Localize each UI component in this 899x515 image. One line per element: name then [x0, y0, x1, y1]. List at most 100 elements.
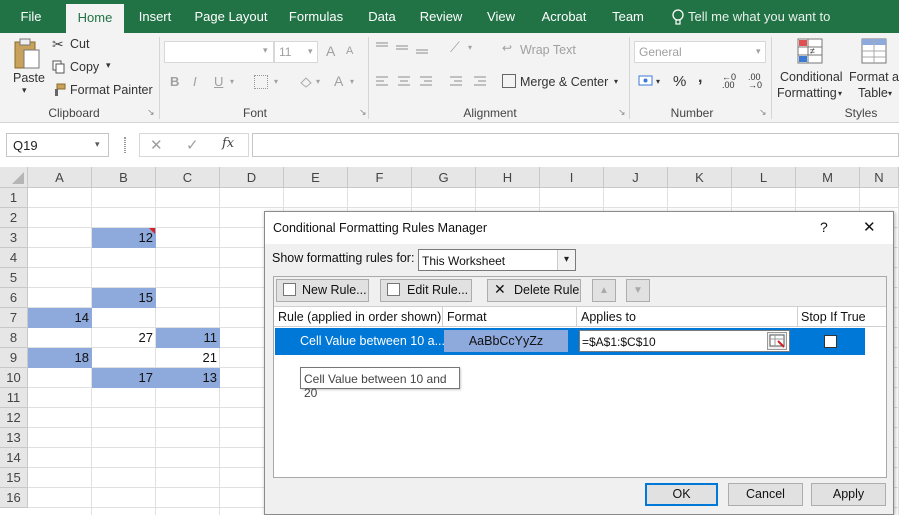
conditional-formatting-dropdown-icon[interactable]: ▾: [838, 89, 842, 98]
tell-me-search[interactable]: Tell me what you want to do...: [688, 0, 858, 57]
font-name-dropdown-icon[interactable]: ▾: [263, 45, 268, 56]
column-header-D[interactable]: D: [220, 167, 284, 188]
number-launcher-icon[interactable]: ↘: [759, 107, 767, 118]
row-header-12[interactable]: 12: [0, 408, 28, 428]
vertical-align-icons[interactable]: [374, 41, 434, 55]
name-box[interactable]: Q19 ▾: [6, 133, 109, 157]
borders-icon[interactable]: [254, 75, 268, 89]
column-header-I[interactable]: I: [540, 167, 604, 188]
paste-dropdown-icon[interactable]: ▾: [22, 85, 27, 96]
help-button[interactable]: ?: [820, 219, 828, 235]
tab-acrobat[interactable]: Acrobat: [534, 0, 594, 33]
font-color-icon[interactable]: A: [334, 73, 343, 89]
number-format-select[interactable]: General ▾: [634, 41, 766, 63]
show-rules-select[interactable]: This Worksheet ▾: [418, 249, 576, 271]
cell-B8[interactable]: 27: [92, 328, 156, 348]
column-header-G[interactable]: G: [412, 167, 476, 188]
row-header-5[interactable]: 5: [0, 268, 28, 288]
alignment-launcher-icon[interactable]: ↘: [618, 107, 626, 118]
row-header-16[interactable]: 16: [0, 488, 28, 508]
orientation-dropdown-icon[interactable]: ▾: [468, 43, 472, 52]
column-header-J[interactable]: J: [604, 167, 668, 188]
underline-dropdown-icon[interactable]: ▾: [230, 77, 234, 86]
column-header-F[interactable]: F: [348, 167, 412, 188]
conditional-formatting-label-1[interactable]: Conditional: [780, 70, 843, 84]
font-name-select[interactable]: [164, 41, 274, 63]
conditional-formatting-label-2[interactable]: Formatting: [777, 86, 837, 100]
cut-button[interactable]: Cut: [70, 37, 89, 51]
tab-page-layout[interactable]: Page Layout: [190, 0, 272, 33]
format-as-table-icon[interactable]: [860, 37, 890, 67]
comma-button[interactable]: ,: [698, 69, 702, 87]
column-header-C[interactable]: C: [156, 167, 220, 188]
font-color-dropdown-icon[interactable]: ▾: [350, 77, 354, 86]
range-selector-icon[interactable]: [767, 332, 787, 350]
row-header-9[interactable]: 9: [0, 348, 28, 368]
cell-B3[interactable]: 12: [92, 228, 156, 248]
edit-rule-button[interactable]: Edit Rule...: [380, 279, 472, 302]
tab-home[interactable]: Home: [66, 4, 124, 33]
format-as-table-label-1[interactable]: Format as: [849, 70, 899, 84]
cell-C9[interactable]: 21: [156, 348, 220, 368]
splitter-handle[interactable]: [124, 137, 126, 153]
applies-to-input[interactable]: =$A$1:$C$10: [579, 330, 790, 352]
row-header-3[interactable]: 3: [0, 228, 28, 248]
cell-A9[interactable]: 18: [28, 348, 92, 368]
row-header-15[interactable]: 15: [0, 468, 28, 488]
cell-B6[interactable]: 15: [92, 288, 156, 308]
tab-review[interactable]: Review: [416, 0, 466, 33]
stop-if-true-checkbox[interactable]: [824, 335, 837, 348]
row-header-8[interactable]: 8: [0, 328, 28, 348]
tab-view[interactable]: View: [480, 0, 522, 33]
tab-file[interactable]: File: [10, 0, 52, 33]
format-as-table-dropdown-icon[interactable]: ▾: [888, 89, 892, 98]
fill-color-icon[interactable]: [298, 75, 314, 89]
orientation-icon[interactable]: ⟋: [450, 39, 460, 56]
borders-dropdown-icon[interactable]: ▾: [274, 77, 278, 86]
row-header-1[interactable]: 1: [0, 188, 28, 208]
wrap-text-button[interactable]: Wrap Text: [520, 43, 576, 57]
italic-button[interactable]: I: [193, 74, 197, 89]
column-header-M[interactable]: M: [796, 167, 860, 188]
column-header-K[interactable]: K: [668, 167, 732, 188]
close-icon[interactable]: ✕: [863, 218, 876, 236]
cell-C8[interactable]: 11: [156, 328, 220, 348]
fill-color-dropdown-icon[interactable]: ▾: [316, 77, 320, 86]
decrease-decimal-icon[interactable]: .00 →0: [748, 73, 762, 90]
row-header-13[interactable]: 13: [0, 428, 28, 448]
move-down-button[interactable]: ▼: [626, 279, 650, 302]
merge-dropdown-icon[interactable]: ▾: [614, 77, 618, 86]
accounting-format-icon[interactable]: [638, 74, 654, 88]
font-size-select[interactable]: 11 ▾: [274, 41, 318, 63]
accounting-dropdown-icon[interactable]: ▾: [656, 77, 660, 86]
column-header-B[interactable]: B: [92, 167, 156, 188]
clipboard-launcher-icon[interactable]: ↘: [147, 107, 155, 118]
conditional-formatting-icon[interactable]: ≠: [796, 37, 826, 67]
format-painter-button[interactable]: Format Painter: [70, 83, 153, 97]
row-header-11[interactable]: 11: [0, 388, 28, 408]
paste-button[interactable]: Paste: [13, 71, 45, 85]
font-launcher-icon[interactable]: ↘: [359, 107, 367, 118]
column-header-E[interactable]: E: [284, 167, 348, 188]
paste-icon[interactable]: [12, 37, 42, 71]
tab-data[interactable]: Data: [362, 0, 402, 33]
cancel-formula-icon[interactable]: ✕: [150, 136, 163, 154]
formula-input[interactable]: [252, 133, 899, 157]
bold-button[interactable]: B: [170, 74, 179, 89]
increase-decimal-icon[interactable]: ←0.00: [722, 73, 736, 90]
row-header-14[interactable]: 14: [0, 448, 28, 468]
select-all-corner[interactable]: [0, 167, 28, 188]
column-header-H[interactable]: H: [476, 167, 540, 188]
row-header-7[interactable]: 7: [0, 308, 28, 328]
ok-button[interactable]: OK: [645, 483, 718, 506]
move-up-button[interactable]: ▲: [592, 279, 616, 302]
enter-formula-icon[interactable]: ✓: [186, 136, 199, 154]
cancel-button[interactable]: Cancel: [728, 483, 803, 506]
row-header-2[interactable]: 2: [0, 208, 28, 228]
shrink-font-icon[interactable]: A: [346, 45, 353, 57]
row-header-6[interactable]: 6: [0, 288, 28, 308]
copy-dropdown-icon[interactable]: ▾: [106, 60, 111, 71]
row-header-10[interactable]: 10: [0, 368, 28, 388]
cell-C10[interactable]: 13: [156, 368, 220, 388]
horizontal-align-icons[interactable]: [374, 75, 494, 89]
